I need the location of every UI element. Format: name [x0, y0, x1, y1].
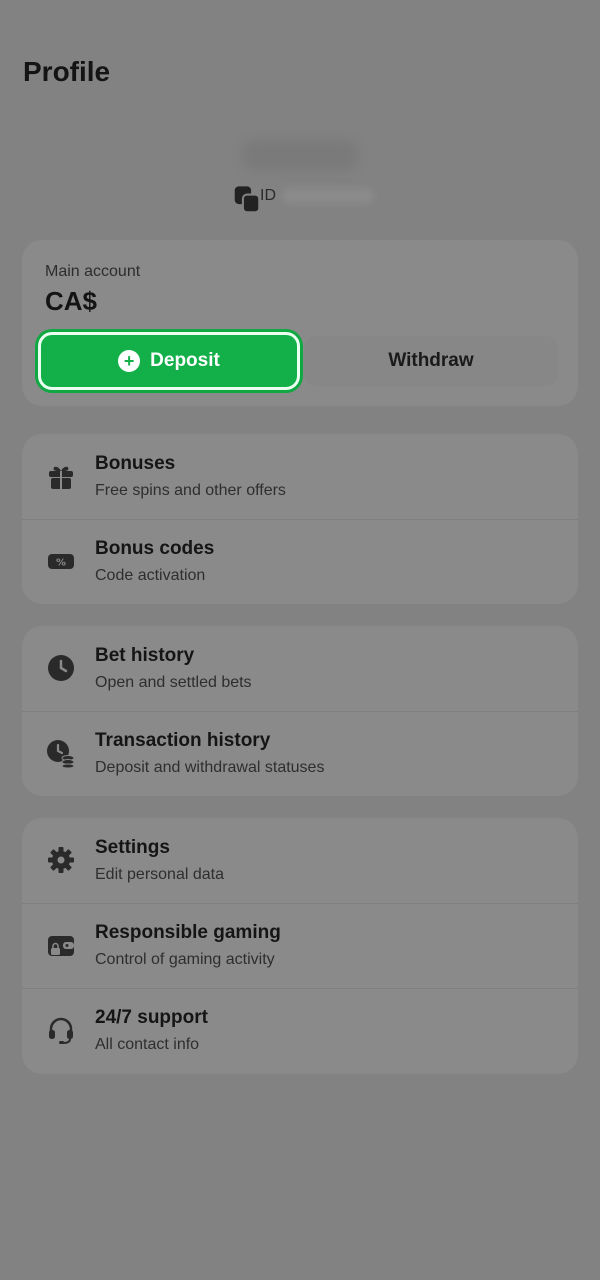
menu-item-title: Bonuses	[95, 453, 176, 474]
gear-icon	[46, 845, 76, 875]
wallet-lock-icon	[46, 930, 76, 960]
menu-item-support[interactable]: 24/7 support All contact info	[22, 988, 578, 1073]
menu-item-responsible-gaming[interactable]: Responsible gaming Control of gaming act…	[22, 903, 578, 988]
clock-icon	[46, 653, 76, 683]
menu-item-settings[interactable]: Settings Edit personal data	[22, 818, 578, 903]
plus-icon: +	[118, 350, 141, 372]
menu-item-subtitle: Edit personal data	[95, 866, 224, 883]
svg-text:%: %	[56, 558, 66, 569]
withdraw-button[interactable]: Withdraw	[304, 336, 558, 386]
menu-item-title: Bet history	[95, 645, 195, 666]
menu-item-subtitle: Code activation	[95, 567, 206, 584]
user-id-value-blurred	[282, 189, 374, 203]
headset-icon	[46, 1015, 76, 1045]
menu-item-bonuses[interactable]: Bonuses Free spins and other offers	[22, 434, 578, 519]
menu-item-title: Responsible gaming	[95, 922, 281, 943]
menu-item-subtitle: Open and settled bets	[95, 674, 252, 691]
user-id-label: ID	[260, 187, 276, 204]
menu-item-bonus-codes[interactable]: % Bonus codes Code activation	[22, 519, 578, 604]
clock-coins-icon	[46, 738, 76, 768]
menu-item-title: Transaction history	[95, 730, 271, 751]
copy-icon[interactable]	[232, 185, 261, 214]
menu-item-title: Bonus codes	[95, 538, 215, 559]
menu-item-subtitle: Control of gaming activity	[95, 951, 275, 968]
coupon-icon: %	[46, 546, 76, 576]
user-name-blurred	[242, 140, 358, 170]
menu-group-history: Bet history Open and settled bets Transa…	[22, 626, 578, 796]
menu-item-subtitle: All contact info	[95, 1036, 200, 1053]
gift-icon	[46, 461, 76, 491]
deposit-button[interactable]: + Deposit	[38, 332, 300, 390]
menu-item-transaction-history[interactable]: Transaction history Deposit and withdraw…	[22, 711, 578, 796]
menu-item-bet-history[interactable]: Bet history Open and settled bets	[22, 626, 578, 711]
menu-group-rewards: Bonuses Free spins and other offers % Bo…	[22, 434, 578, 604]
menu-item-subtitle: Free spins and other offers	[95, 482, 286, 499]
user-id-row[interactable]: ID	[232, 184, 374, 214]
page-title: Profile	[23, 56, 111, 87]
main-account-card: Main account CA$ + Deposit Withdraw	[22, 240, 578, 406]
user-block: ID	[0, 140, 600, 214]
menu-group-account: Settings Edit personal data Responsible …	[22, 818, 578, 1074]
menu-item-title: Settings	[95, 837, 170, 858]
account-balance: CA$	[45, 286, 98, 316]
deposit-label: Deposit	[150, 350, 220, 371]
menu-item-subtitle: Deposit and withdrawal statuses	[95, 759, 325, 776]
account-label: Main account	[45, 263, 141, 280]
withdraw-label: Withdraw	[388, 350, 474, 371]
menu-item-title: 24/7 support	[95, 1007, 208, 1028]
